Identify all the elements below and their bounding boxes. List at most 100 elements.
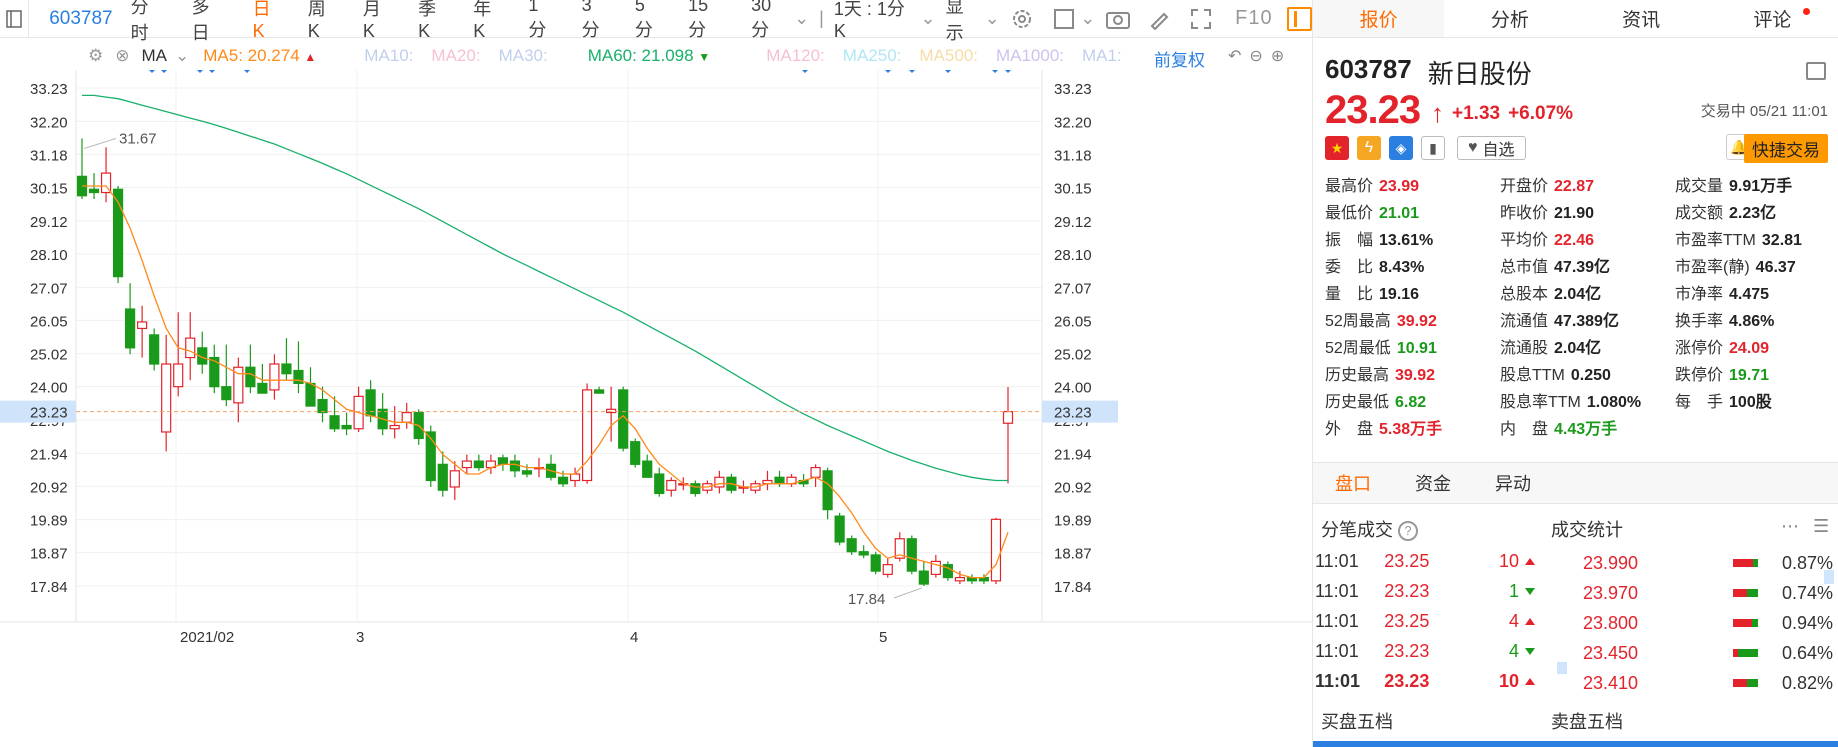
y-tick-label-left: 24.00 [30,380,68,397]
tick-trades-list: 11:01 23.25 10 11:01 23.23 1 11:01 23.25 4 11:01 2… [1315,546,1535,696]
tab-fund-flow[interactable]: 资金 [1393,470,1473,496]
candle-body [221,386,232,401]
candle-body [642,460,653,478]
zoom-out-icon[interactable]: ⊖ [1249,46,1262,66]
period-1min[interactable]: 1分 [528,0,555,42]
display-menu[interactable]: 显示 [946,0,981,45]
period-multiday[interactable]: 多日 [192,0,227,45]
ma5-value[interactable]: MA5: 20.274 ▲ [203,46,316,66]
ma-settings-icon[interactable]: ⚙ [88,46,103,66]
y-tick-label-right: 17.84 [1054,579,1092,596]
checkbox-icon[interactable] [1051,6,1076,32]
y-tick-label-left: 33.23 [30,81,68,98]
scrollbar-thumb[interactable] [1824,570,1834,584]
scroll-marker[interactable] [1557,662,1567,674]
event-marker-icon [1005,70,1011,73]
sidebar-toggle-icon[interactable] [0,0,30,38]
trade-stats-title: 成交统计 [1551,520,1623,540]
undo-icon[interactable]: ↶ [1228,46,1241,66]
f10-button[interactable]: F10 [1235,7,1272,30]
tab-quote[interactable]: 报价 [1313,0,1445,37]
period-30min[interactable]: 30分 [751,0,788,42]
range-select[interactable]: 1天 : 1分K [834,0,915,42]
ma120-value[interactable]: MA120: [766,46,825,66]
fullscreen-icon[interactable] [1188,6,1213,32]
ma-close-icon[interactable]: ⊗ [115,46,129,66]
more-options-icon[interactable]: ⋯ [1781,516,1799,537]
stat-item: 内 盘 4.43万手 [1500,421,1618,438]
ma-label[interactable]: MA [142,46,168,66]
tag-icon[interactable]: ◈ [1389,136,1413,160]
candle-body [882,564,893,575]
stat-item: 股息TTM 0.250 [1500,367,1611,384]
period-fenshi[interactable]: 分时 [131,0,166,45]
trade-stats-row: 23.800 0.94% [1583,612,1833,633]
candle-body [317,399,328,414]
y-tick-label-right: 27.07 [1054,280,1092,297]
quick-trade-button[interactable]: 快捷交易 [1744,134,1828,163]
candle-body [473,460,484,469]
candle-body [497,457,509,465]
tab-order-book[interactable]: 盘口 [1313,470,1393,496]
ma20-value[interactable]: MA20: [431,46,480,66]
tab-news[interactable]: 资讯 [1576,0,1707,37]
camera-icon[interactable] [1105,6,1130,32]
stat-item: 流通股 2.04亿 [1500,340,1602,357]
zoom-in-icon[interactable]: ⊕ [1271,46,1284,66]
period-15min[interactable]: 15分 [688,0,725,42]
candlestick-chart[interactable]: 33.23 33.23 32.20 32.20 31.18 31.18 30.15 30.15… [0,70,1312,747]
stat-item: 换手率 4.86% [1675,313,1775,330]
period-more-chevron-icon[interactable]: ⌄ [794,8,809,29]
range-chevron-icon[interactable]: ⌄ [921,8,936,29]
period-day-k[interactable]: 日K [253,0,282,42]
panel-menu-icon[interactable] [1806,62,1826,80]
y-tick-label-left: 17.84 [30,579,68,596]
tab-analysis[interactable]: 分析 [1444,0,1575,37]
add-watchlist-button[interactable]: ♥ 自选 [1457,136,1526,160]
ma500-value[interactable]: MA500: [919,46,978,66]
help-icon[interactable]: ? [1398,521,1419,542]
event-marker-icon [244,70,250,73]
current-price-label-right: 23.23 [1054,405,1092,422]
event-marker-icon [945,70,951,73]
checkbox-chevron-icon[interactable]: ⌄ [1080,8,1095,29]
stat-item: 振 幅 13.61% [1325,232,1434,249]
stat-item: 股息率TTM 1.080% [1500,394,1642,411]
app-root: 603787 分时 多日 日K 周K 月K 季K 年K 1分 3分 5分 15分… [0,0,1838,747]
ma-chevron-icon[interactable]: ⌄ [175,46,189,66]
candle-body [822,470,833,511]
stat-item: 开盘价 22.87 [1500,178,1595,195]
display-chevron-icon[interactable]: ⌄ [985,8,1000,29]
y-tick-label-right: 21.94 [1054,446,1092,463]
ma60-value[interactable]: MA60: 21.098 ▼ [588,46,710,66]
panel-toggle-icon[interactable] [1286,6,1312,31]
lightning-icon[interactable]: ϟ [1357,136,1381,160]
ma1000-value[interactable]: MA1000: [996,46,1064,66]
period-5min[interactable]: 5分 [635,0,662,42]
stat-item: 最低价 21.01 [1325,205,1420,222]
ma250-value[interactable]: MA250: [843,46,902,66]
china-flag-icon[interactable]: ★ [1325,136,1349,160]
candle-body [185,337,196,359]
bookmark-icon[interactable]: ▮ [1421,136,1445,160]
period-year-k[interactable]: 年K [473,0,502,42]
tab-anomaly[interactable]: 异动 [1473,470,1553,496]
period-month-k[interactable]: 月K [363,0,392,42]
period-week-k[interactable]: 周K [308,0,337,42]
candle-body [594,389,605,394]
candle-body [389,424,400,430]
x-tick-label: 4 [630,629,638,646]
period-quarter-k[interactable]: 季K [418,0,447,42]
ma10-value[interactable]: MA10: [364,46,413,66]
candle-body [269,363,280,391]
event-marker-icon [885,70,891,73]
draw-pen-icon[interactable] [1147,6,1172,32]
stock-code[interactable]: 603787 [49,8,112,30]
adjust-mode-button[interactable]: 前复权 [1154,46,1205,71]
ma30-value[interactable]: MA30: [499,46,548,66]
period-3min[interactable]: 3分 [582,0,609,42]
list-view-icon[interactable]: ☰ [1813,516,1829,537]
ma1-value[interactable]: MA1: [1082,46,1122,66]
tab-comments[interactable]: 评论 [1707,0,1838,37]
settings-icon[interactable] [1010,6,1035,32]
